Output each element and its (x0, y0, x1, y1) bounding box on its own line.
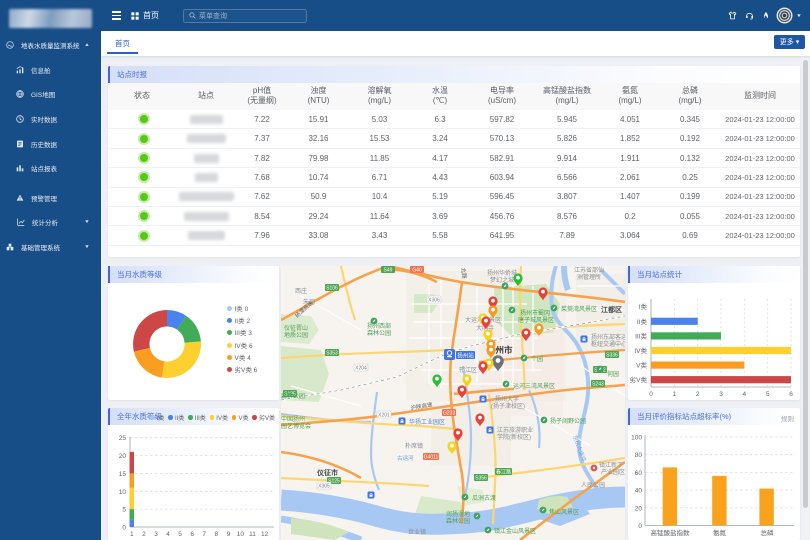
svg-text:扬州西部: 扬州西部 (367, 322, 391, 330)
svg-text:森林公园: 森林公园 (367, 329, 391, 337)
svg-text:S336: S336 (606, 353, 618, 359)
svg-text:20: 20 (119, 453, 127, 460)
svg-text:20: 20 (635, 505, 643, 512)
svg-text:1: 1 (672, 391, 676, 398)
svg-text:人民公园: 人民公园 (581, 482, 605, 489)
svg-text:8: 8 (214, 531, 218, 538)
svg-text:扬子阔野公园: 扬子阔野公园 (550, 417, 586, 425)
svg-text:扬州华侨城: 扬州华侨城 (487, 269, 517, 277)
svg-text:G233: G233 (443, 411, 455, 417)
svg-text:园艺博览会: 园艺博览会 (281, 422, 311, 430)
svg-text:高锰酸盐指数: 高锰酸盐指数 (651, 528, 691, 537)
svg-text:梦幻之城: 梦幻之城 (490, 276, 514, 284)
svg-text:个园: 个园 (531, 356, 543, 363)
svg-text:仪征市: 仪征市 (316, 468, 338, 477)
svg-text:扬州大学: 扬州大学 (495, 395, 519, 403)
svg-text:80: 80 (635, 452, 643, 459)
svg-text:枢纽交通中心: 枢纽交通中心 (591, 340, 625, 348)
svg-text:0: 0 (122, 525, 126, 532)
svg-text:镇江新下: 镇江新下 (599, 461, 623, 469)
svg-text:春江路: 春江路 (496, 469, 511, 476)
svg-text:扬州站: 扬州站 (457, 351, 474, 359)
svg-text:V类: V类 (636, 361, 647, 370)
svg-text:扬州东部客运: 扬州东部客运 (591, 333, 625, 341)
svg-text:100: 100 (631, 435, 642, 442)
svg-text:II类: II类 (637, 317, 648, 326)
svg-text:镇江金山风景区: 镇江金山风景区 (494, 527, 536, 535)
svg-text:5: 5 (178, 531, 182, 538)
svg-text:焦山风景区: 焦山风景区 (549, 508, 579, 516)
svg-text:25: 25 (119, 435, 127, 442)
svg-text:仪征胥山: 仪征胥山 (284, 324, 308, 332)
svg-text:2: 2 (142, 531, 146, 538)
svg-text:西庄: 西庄 (295, 287, 307, 295)
svg-text:IV类: IV类 (634, 346, 647, 355)
svg-text:9: 9 (227, 531, 231, 538)
svg-text:森林公园: 森林公园 (281, 392, 305, 400)
svg-text:12: 12 (261, 531, 269, 538)
svg-text:X204: X204 (355, 366, 367, 372)
svg-text:S106: S106 (326, 286, 338, 292)
svg-text:瓜洲古渡: 瓜洲古渡 (472, 494, 496, 502)
svg-text:茱萸湾风景区: 茱萸湾风景区 (561, 305, 597, 313)
svg-text:总磷: 总磷 (761, 528, 775, 537)
svg-text:0: 0 (649, 391, 653, 398)
svg-text:III类: III类 (635, 331, 647, 340)
svg-text:中国扬州: 中国扬州 (281, 415, 305, 423)
svg-text:朴席镇: 朴席镇 (405, 442, 423, 450)
svg-text:世业镇: 世业镇 (408, 528, 426, 536)
svg-text:地质公园: 地质公园 (284, 331, 308, 339)
svg-text:学院(新校区): 学院(新校区) (497, 433, 531, 441)
svg-text:森林公园: 森林公园 (446, 517, 470, 525)
svg-text:氨氮: 氨氮 (713, 528, 727, 537)
svg-text:3: 3 (719, 391, 723, 398)
svg-text:扬州市蜀冈: 扬州市蜀冈 (520, 309, 550, 317)
svg-text:X305: X305 (318, 484, 330, 490)
svg-text:5: 5 (766, 391, 770, 398)
svg-text:S49: S49 (384, 268, 393, 274)
svg-text:15: 15 (119, 471, 127, 478)
svg-text:4: 4 (742, 391, 746, 398)
svg-text:2: 2 (696, 391, 700, 398)
svg-text:江苏旅游职业: 江苏旅游职业 (497, 426, 533, 434)
svg-text:X306: X306 (428, 298, 440, 304)
svg-text:I类: I类 (639, 302, 648, 311)
svg-text:3: 3 (154, 531, 158, 538)
svg-text:7: 7 (202, 531, 206, 538)
svg-text:6: 6 (190, 531, 194, 538)
svg-text:运河三湾风景区: 运河三湾风景区 (513, 382, 555, 390)
svg-text:唐子城风景区: 唐子城风景区 (518, 316, 554, 324)
svg-text:S353: S353 (326, 351, 338, 357)
svg-text:10: 10 (119, 489, 127, 496)
svg-text:40: 40 (635, 488, 643, 495)
svg-text:(扬子津校区): (扬子津校区) (491, 402, 525, 410)
svg-text:江苏省邵仙: 江苏省邵仙 (574, 266, 604, 274)
svg-text:X201: X201 (378, 413, 390, 419)
svg-text:11: 11 (249, 531, 256, 538)
svg-text:G40: G40 (412, 268, 422, 274)
svg-text:产业园区: 产业园区 (601, 468, 625, 476)
svg-text:1: 1 (130, 531, 134, 538)
svg-text:何园: 何园 (607, 370, 619, 378)
svg-text:劣V类: 劣V类 (630, 375, 648, 384)
svg-text:润扬湿地: 润扬湿地 (446, 510, 470, 518)
svg-text:古运河: 古运河 (397, 454, 414, 462)
svg-text:0: 0 (638, 523, 642, 530)
svg-text:邗江区: 邗江区 (459, 366, 477, 374)
svg-text:60: 60 (635, 470, 643, 477)
svg-text:10: 10 (237, 531, 245, 538)
svg-text:S356: S356 (475, 476, 487, 482)
svg-text:5: 5 (122, 507, 126, 514)
svg-text:洲管理所: 洲管理所 (577, 273, 601, 281)
svg-text:G4011: G4011 (424, 455, 439, 461)
svg-text:4: 4 (166, 531, 170, 538)
svg-text:S243: S243 (592, 382, 604, 388)
svg-text:江都区: 江都区 (601, 305, 622, 314)
svg-text:华扬工业园区: 华扬工业园区 (409, 418, 445, 426)
svg-text:6: 6 (789, 391, 793, 398)
